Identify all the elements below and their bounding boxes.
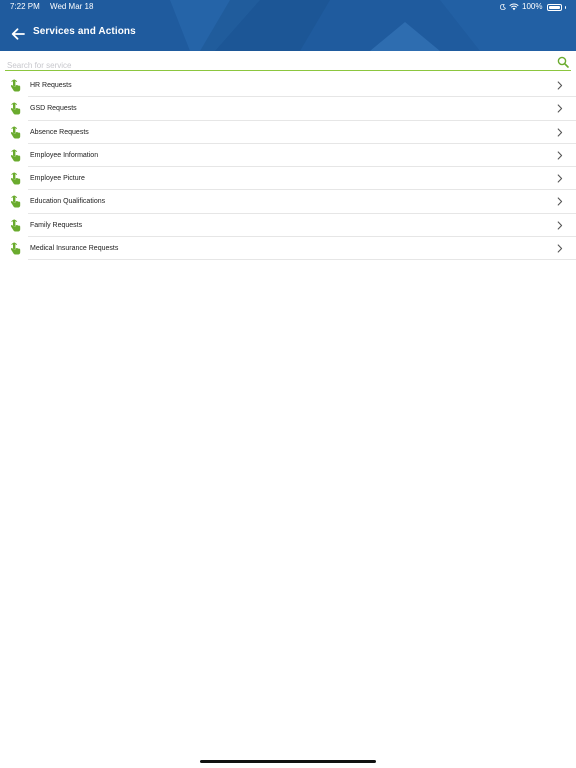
- touch-hand-icon: [10, 219, 21, 232]
- chevron-right-icon: [557, 174, 563, 183]
- service-item-hr-requests[interactable]: HR Requests: [0, 74, 576, 98]
- back-button[interactable]: [8, 24, 28, 44]
- arrow-left-icon: [11, 28, 25, 40]
- service-item-education-qualifications[interactable]: Education Qualifications: [0, 190, 576, 214]
- service-item-employee-information[interactable]: Employee Information: [0, 144, 576, 168]
- chevron-right-icon: [557, 221, 563, 230]
- chevron-right-icon: [557, 197, 563, 207]
- touch-hand-icon: [10, 195, 21, 208]
- screen: 7:22 PM Wed Mar 18 100% Services and Act…: [0, 0, 576, 768]
- status-date: Wed Mar 18: [50, 2, 94, 11]
- battery-icon: [546, 3, 562, 11]
- service-label: Employee Picture: [30, 175, 85, 183]
- search-input[interactable]: [5, 58, 545, 73]
- wifi-icon: [509, 3, 519, 11]
- service-label: GSD Requests: [30, 105, 77, 113]
- chevron-right-icon: [557, 81, 563, 90]
- header: 7:22 PM Wed Mar 18 100% Services and Act…: [0, 0, 576, 51]
- chevron-right-icon: [557, 128, 563, 137]
- search-bar: [5, 55, 571, 73]
- touch-hand-icon: [10, 102, 21, 115]
- service-label: Education Qualifications: [30, 198, 106, 206]
- moon-icon: [500, 4, 506, 10]
- status-time: 7:22 PM: [10, 2, 40, 11]
- services-list: HR Requests GSD Requests Absence Request…: [0, 74, 576, 261]
- chevron-right-icon: [557, 244, 563, 253]
- battery-cap: [564, 5, 566, 9]
- touch-hand-icon: [10, 126, 21, 139]
- touch-hand-icon: [10, 79, 21, 92]
- chevron-right-icon: [557, 104, 563, 113]
- service-label: Absence Requests: [30, 128, 89, 136]
- search-icon[interactable]: [557, 56, 569, 68]
- service-label: HR Requests: [30, 82, 72, 89]
- row-divider: [28, 259, 576, 261]
- status-bar: 7:22 PM Wed Mar 18 100%: [0, 0, 576, 14]
- battery-percent: 100%: [522, 2, 543, 11]
- service-label: Family Requests: [30, 221, 83, 229]
- nav-bar: Services and Actions: [0, 20, 576, 48]
- service-item-employee-picture[interactable]: Employee Picture: [0, 167, 576, 191]
- service-label: Medical Insurance Requests: [30, 245, 119, 253]
- touch-hand-icon: [10, 242, 21, 255]
- service-item-absence-requests[interactable]: Absence Requests: [0, 121, 576, 144]
- chevron-right-icon: [557, 151, 563, 160]
- service-item-family-requests[interactable]: Family Requests: [0, 214, 576, 238]
- service-item-medical-insurance-requests[interactable]: Medical Insurance Requests: [0, 237, 576, 261]
- touch-hand-icon: [10, 172, 21, 185]
- touch-hand-icon: [10, 149, 21, 162]
- page-title: Services and Actions: [33, 26, 136, 37]
- home-indicator[interactable]: [200, 760, 376, 763]
- service-label: Employee Information: [30, 151, 99, 159]
- service-item-gsd-requests[interactable]: GSD Requests: [0, 97, 576, 121]
